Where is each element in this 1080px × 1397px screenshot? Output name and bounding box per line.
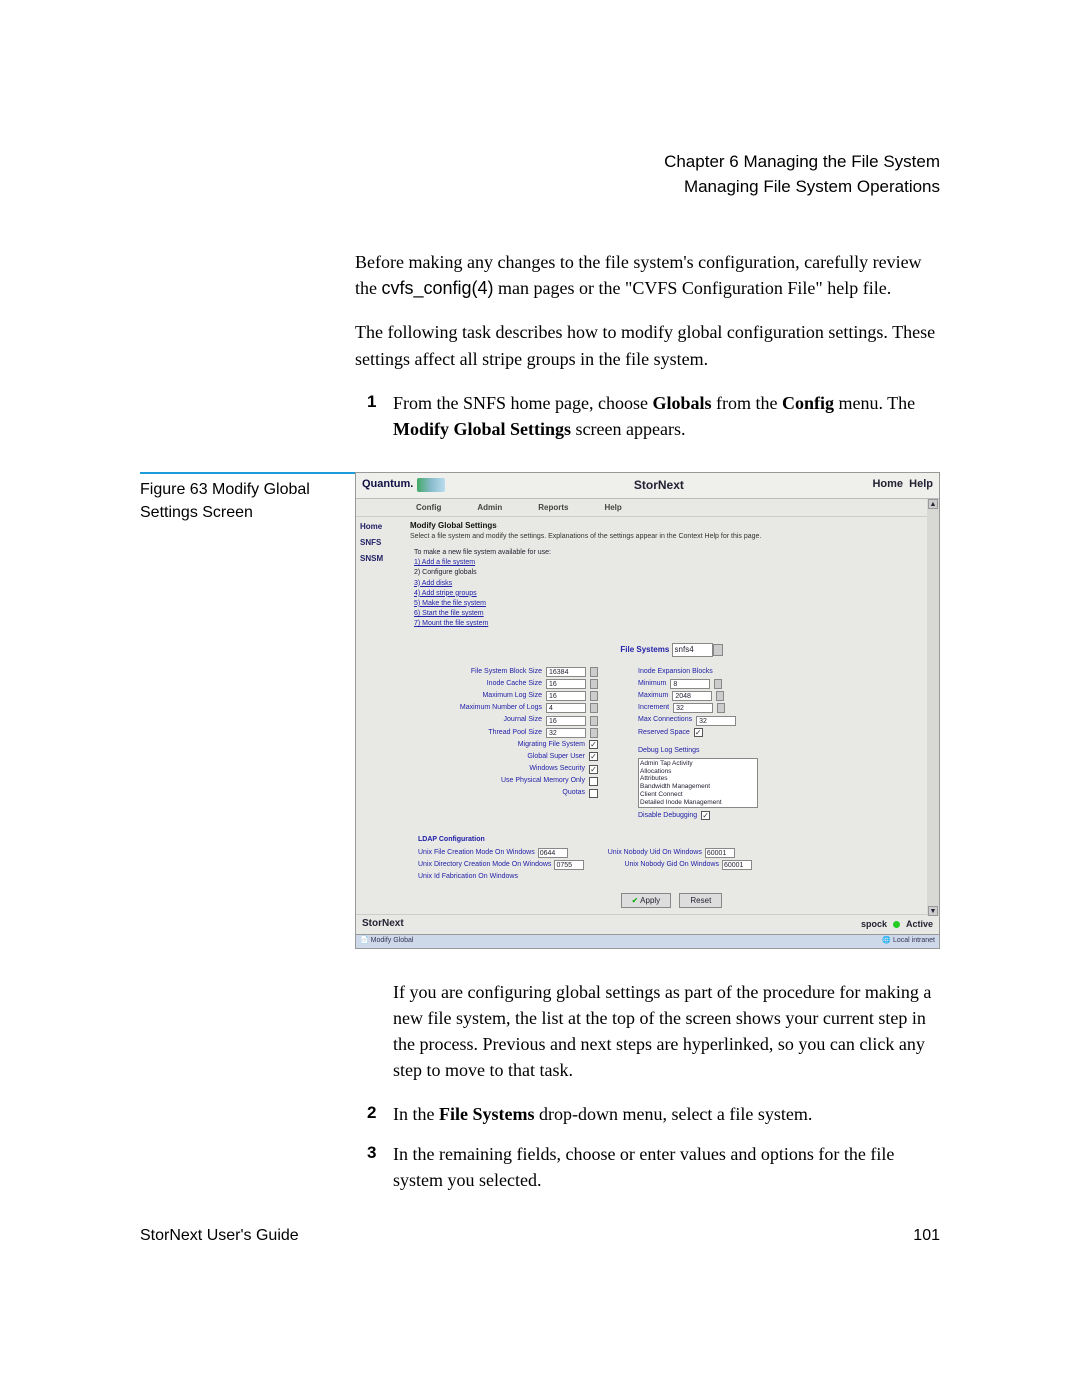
ss-statusbar: 📄 Modify Global 🌐 Local intranet	[356, 934, 939, 948]
nobody-uid-input[interactable]: 60001	[705, 848, 735, 858]
max-log-size-input[interactable]: 16	[546, 691, 586, 701]
unix-dir-mode-input[interactable]: 0755	[554, 860, 584, 870]
statusbar-right: 🌐 Local intranet	[882, 936, 935, 946]
section-title: Managing File System Operations	[140, 175, 940, 200]
step-link-3[interactable]: 3) Add disks	[414, 580, 452, 587]
chevron-down-icon[interactable]	[717, 703, 725, 713]
quotas-check[interactable]	[589, 789, 598, 798]
debug-log-hdr: Debug Log Settings	[638, 746, 758, 756]
screenshot-modify-global: Quantum. StorNext Home Help ▲ ▼ Config A…	[355, 472, 940, 949]
chevron-down-icon[interactable]	[590, 716, 598, 726]
panel-title: Modify Global Settings	[410, 520, 933, 532]
journal-size-input[interactable]: 16	[546, 716, 586, 726]
ldap-hdr: LDAP Configuration	[418, 835, 933, 845]
brand-graphics-icon	[417, 478, 445, 492]
chevron-down-icon[interactable]	[590, 691, 598, 701]
sidebar-home[interactable]: Home	[360, 521, 400, 533]
chevron-down-icon[interactable]	[590, 728, 598, 738]
home-help-links: Home Help	[872, 477, 933, 493]
step-link-1[interactable]: 1) Add a file system	[414, 559, 475, 566]
status-text: Active	[906, 918, 933, 931]
help-link[interactable]: Help	[909, 478, 933, 490]
statusbar-left: 📄 Modify Global	[360, 936, 413, 946]
step-link-5[interactable]: 5) Make the file system	[414, 600, 486, 607]
step-link-7[interactable]: 7) Mount the file system	[414, 620, 488, 627]
ldap-config: LDAP Configuration Unix File Creation Mo…	[418, 835, 933, 883]
thread-pool-input[interactable]: 32	[546, 728, 586, 738]
intro-paragraph-1: Before making any changes to the file sy…	[355, 249, 940, 301]
left-options: File System Block Size16384 Inode Cache …	[418, 667, 598, 823]
chevron-down-icon[interactable]	[716, 691, 724, 701]
ss-footer: StorNext spock Active	[356, 914, 939, 934]
min-input[interactable]: 8	[670, 679, 710, 689]
max-input[interactable]: 2048	[672, 691, 712, 701]
file-systems-select[interactable]: snfs4	[672, 643, 713, 657]
chevron-down-icon[interactable]	[590, 679, 598, 689]
step-2: 2 In the File Systems drop-down menu, se…	[367, 1101, 940, 1127]
unix-file-mode-input[interactable]: 0644	[538, 848, 568, 858]
sidebar-snsm[interactable]: SNSM	[360, 553, 400, 565]
fs-block-size-input[interactable]: 16384	[546, 667, 586, 677]
right-options: Inode Expansion Blocks Minimum8 Maximum2…	[638, 667, 758, 823]
footer-brand: StorNext	[362, 917, 404, 932]
menu-admin[interactable]: Admin	[477, 502, 502, 514]
status-indicator-icon	[893, 921, 900, 928]
home-link[interactable]: Home	[872, 478, 903, 490]
nobody-gid-input[interactable]: 60001	[722, 860, 752, 870]
scroll-up-icon[interactable]: ▲	[928, 499, 938, 509]
debug-log-listbox[interactable]: Admin Tap Activity Allocations Attribute…	[638, 758, 758, 808]
step-link-6[interactable]: 6) Start the file system	[414, 610, 484, 617]
menu-reports[interactable]: Reports	[538, 502, 568, 514]
step-1: 1 From the SNFS home page, choose Global…	[367, 390, 940, 442]
global-superuser-check[interactable]: ✓	[589, 752, 598, 761]
inode-expansion-hdr: Inode Expansion Blocks	[638, 667, 758, 677]
chevron-down-icon[interactable]	[590, 667, 598, 677]
chevron-down-icon[interactable]	[713, 644, 723, 656]
footer-guide-name: StorNext User's Guide	[140, 1224, 299, 1247]
max-logs-input[interactable]: 4	[546, 703, 586, 713]
after-figure-paragraph: If you are configuring global settings a…	[393, 979, 940, 1083]
page-footer: StorNext User's Guide 101	[140, 1224, 940, 1247]
chevron-down-icon[interactable]	[590, 703, 598, 713]
figure-caption: Figure 63 Modify Global Settings Screen	[140, 472, 355, 949]
maxconn-input[interactable]: 32	[696, 716, 736, 726]
ss-main-panel: Modify Global Settings Select a file sys…	[404, 517, 939, 914]
migrating-fs-check[interactable]: ✓	[589, 740, 598, 749]
ss-menubar: Config Admin Reports Help	[356, 499, 939, 518]
app-title: StorNext	[634, 477, 684, 494]
brand-quantum: Quantum.	[362, 477, 445, 493]
figure-63: Figure 63 Modify Global Settings Screen …	[140, 472, 940, 949]
reserved-space-check[interactable]: ✓	[694, 728, 703, 737]
action-buttons: ✔ Apply Reset	[410, 893, 933, 909]
intro-paragraph-2: The following task describes how to modi…	[355, 319, 940, 371]
disable-debug-check[interactable]: ✓	[701, 811, 710, 820]
incr-input[interactable]: 32	[673, 703, 713, 713]
inode-cache-input[interactable]: 16	[546, 679, 586, 689]
step-link-4[interactable]: 4) Add stripe groups	[414, 590, 477, 597]
chapter-header: Chapter 6 Managing the File System Manag…	[140, 150, 940, 199]
windows-security-check[interactable]: ✓	[589, 765, 598, 774]
file-systems-row: File Systems snfs4	[410, 643, 933, 657]
chevron-down-icon[interactable]	[714, 679, 722, 689]
step-3: 3 In the remaining fields, choose or ent…	[367, 1141, 940, 1193]
panel-subtitle: Select a file system and modify the sett…	[410, 532, 933, 542]
wizard-steps: To make a new file system available for …	[414, 548, 933, 629]
menu-config[interactable]: Config	[416, 502, 441, 514]
menu-help[interactable]: Help	[604, 502, 621, 514]
sidebar-snfs[interactable]: SNFS	[360, 537, 400, 549]
apply-button[interactable]: ✔ Apply	[621, 893, 672, 909]
file-systems-label: File Systems	[620, 645, 669, 654]
ss-sidebar: Home SNFS SNSM	[356, 517, 404, 914]
chapter-title: Chapter 6 Managing the File System	[140, 150, 940, 175]
physical-memory-check[interactable]	[589, 777, 598, 786]
footer-page-number: 101	[913, 1224, 940, 1247]
host-name: spock	[861, 918, 887, 931]
reset-button[interactable]: Reset	[679, 893, 722, 909]
ss-header: Quantum. StorNext Home Help	[356, 473, 939, 499]
step-current-2: 2) Configure globals	[414, 568, 933, 578]
